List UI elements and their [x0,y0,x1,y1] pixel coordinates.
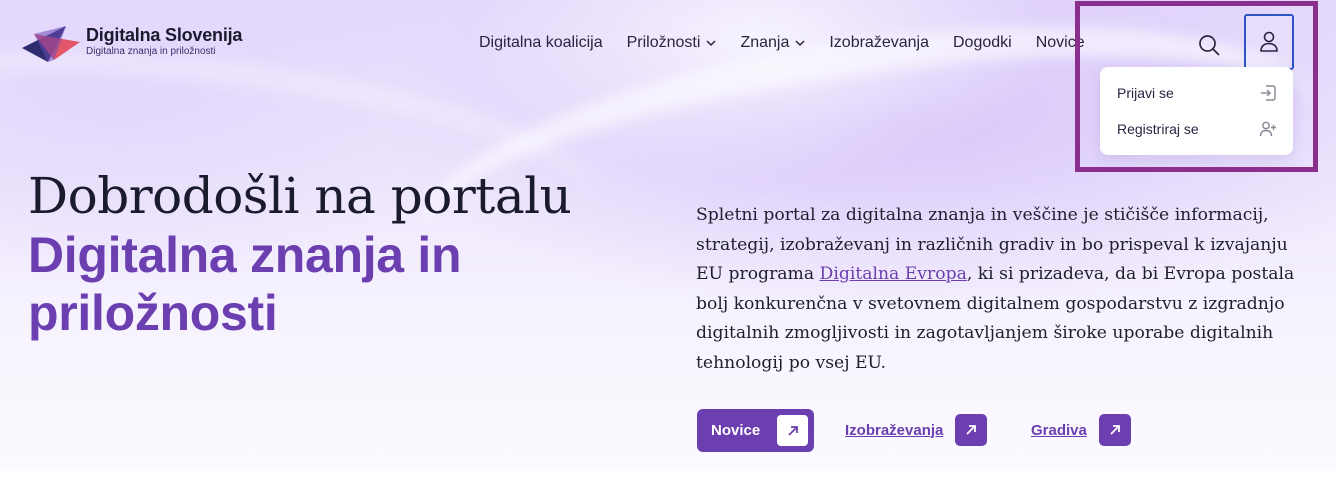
register-menu-item[interactable]: Registriraj se [1117,117,1277,141]
page-bottom-strip [0,470,1336,480]
digitalna-evropa-link[interactable]: Digitalna Evropa [820,264,967,284]
user-menu-button[interactable] [1244,14,1294,70]
search-icon [1199,35,1220,56]
user-plus-icon [1259,121,1276,137]
hero-title-line-2: Digitalna znanja in priložnosti [28,227,462,341]
gradiva-link-label: Gradiva [1031,421,1087,439]
user-icon [1260,31,1278,52]
nav-item-label: Priložnosti [626,34,701,51]
nav-item-label: Dogodki [952,34,1012,51]
nav-item-label: Izobraževanja [829,34,929,51]
main-navigation: Digitalna koalicija Priložnosti Znanja I… [479,34,1085,52]
site-logo[interactable]: Digitalna Slovenija Digitalna znanja in … [20,22,242,64]
logo-title: Digitalna Slovenija [86,24,243,45]
nav-item-dogodki[interactable]: Dogodki [953,34,1012,52]
arrow-up-right-icon [777,415,808,446]
gradiva-link-button[interactable]: Gradiva [1031,414,1131,446]
logo-subtitle: Digitalna znanja in priložnosti [86,45,216,57]
nav-item-novice[interactable]: Novice [1036,34,1085,52]
hero-heading: Dobrodošli na portalu Digitalna znanja i… [28,166,648,342]
user-dropdown-menu: Prijavi se Registriraj se [1100,67,1293,155]
novice-button[interactable]: Novice [697,409,814,452]
nav-item-label: Znanja [740,34,790,51]
nav-item-znanja[interactable]: Znanja [740,34,805,52]
nav-item-label: Digitalna koalicija [479,34,603,51]
chevron-down-icon [795,40,805,47]
nav-item-label: Novice [1035,34,1085,51]
nav-item-priloznosti[interactable]: Priložnosti [627,34,717,52]
izobrazevanja-link-label: Izobraževanja [845,421,944,439]
login-label: Prijavi se [1117,85,1174,101]
nav-item-digitalna-koalicija[interactable]: Digitalna koalicija [479,34,603,52]
izobrazevanja-link-button[interactable]: Izobraževanja [845,414,988,446]
nav-item-izobrazevanja[interactable]: Izobraževanja [829,34,929,52]
chevron-down-icon [706,40,716,47]
login-menu-item[interactable]: Prijavi se [1117,81,1277,105]
login-icon [1261,85,1276,101]
hero-title-line-1: Dobrodošli na portalu [28,167,572,225]
hero-description: Spletni portal za digitalna znanja in ve… [696,201,1316,378]
digitalna-slovenija-logo-icon [22,26,80,62]
register-label: Registriraj se [1117,121,1199,137]
novice-button-label: Novice [711,422,761,439]
search-button[interactable] [1194,30,1224,60]
arrow-up-right-icon [955,414,988,446]
arrow-up-right-icon [1098,414,1131,446]
